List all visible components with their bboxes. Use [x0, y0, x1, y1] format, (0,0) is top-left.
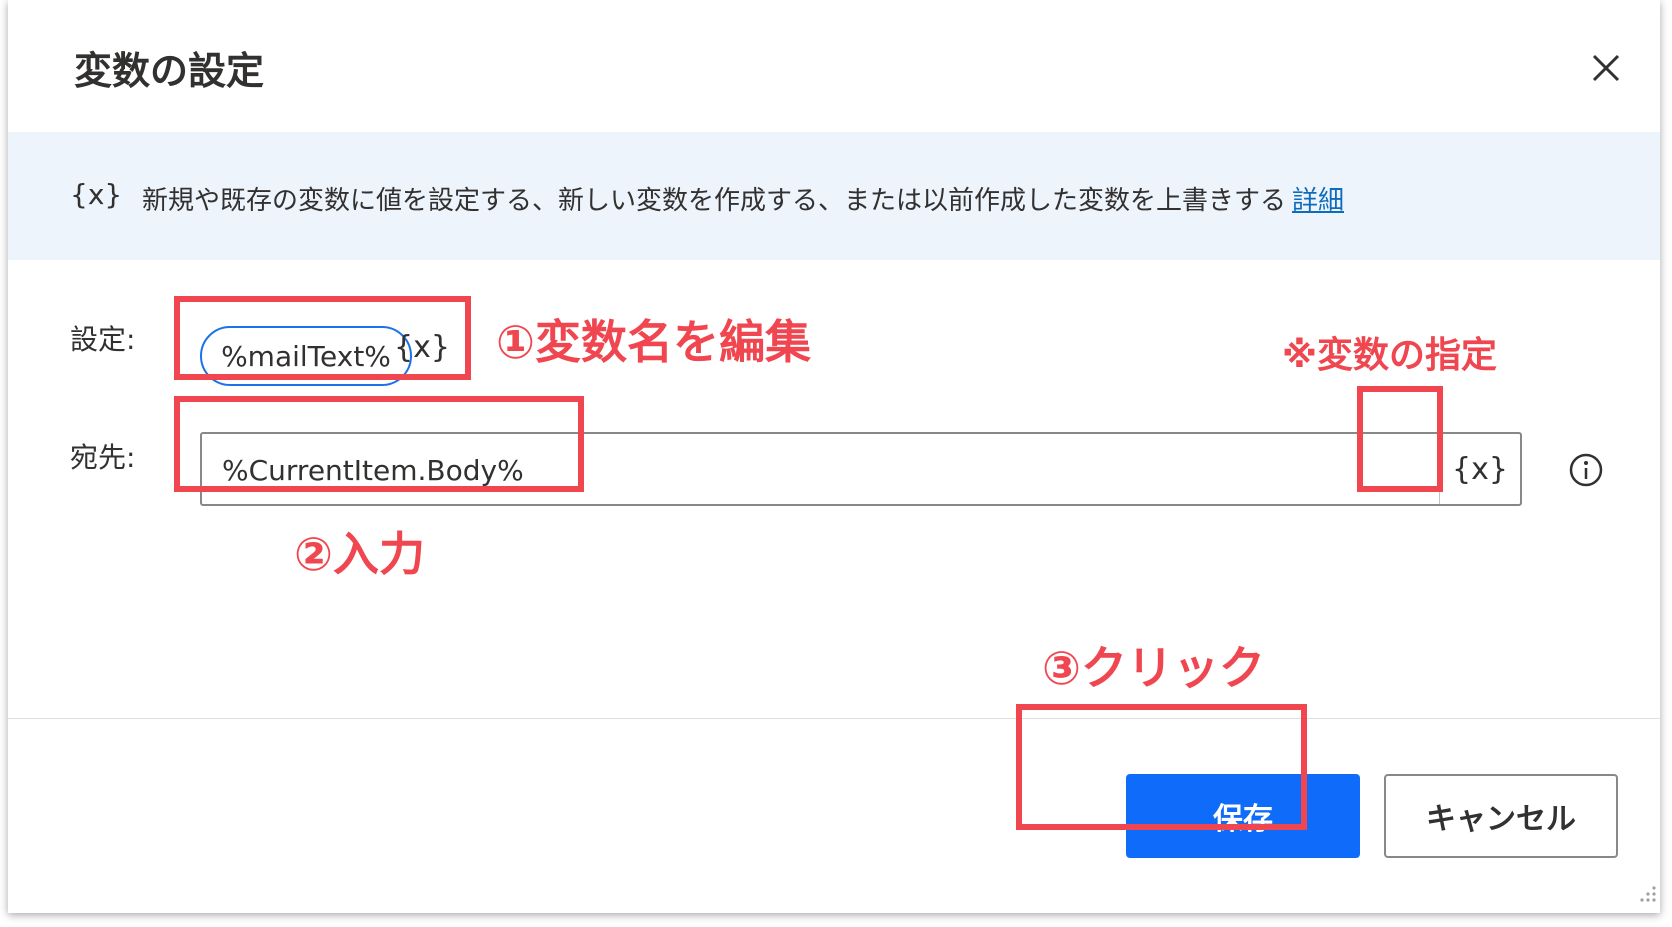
dialog-title: 変数の設定 [74, 49, 265, 93]
annotation-box-variable-name [174, 296, 471, 380]
destination-label: 宛先: [70, 441, 136, 474]
footer-divider [8, 718, 1660, 719]
annotation-box-variable-picker [1357, 386, 1443, 492]
annotation-box-save [1016, 704, 1307, 830]
annotation-note: ※変数の指定 [1282, 335, 1497, 376]
description-banner: {x} 新規や既存の変数に値を設定する、新しい変数を作成する、または以前作成した… [8, 132, 1660, 260]
annotation-step3: ③クリック [1042, 641, 1265, 695]
variable-icon: {x} [70, 178, 123, 211]
close-icon[interactable] [1582, 44, 1630, 92]
annotation-box-destination [174, 396, 584, 492]
info-icon[interactable] [1568, 452, 1604, 488]
cancel-button[interactable]: キャンセル [1384, 774, 1618, 858]
banner-text: 新規や既存の変数に値を設定する、新しい変数を作成する、または以前作成した変数を上… [142, 180, 1344, 217]
resize-grip-icon[interactable] [1634, 880, 1658, 904]
variable-picker-icon[interactable]: {x} [1439, 434, 1520, 504]
annotation-step2: ②入力 [294, 527, 425, 581]
set-label: 設定: [70, 323, 136, 356]
details-link[interactable]: 詳細 [1292, 186, 1344, 216]
banner-description: 新規や既存の変数に値を設定する、新しい変数を作成する、または以前作成した変数を上… [142, 186, 1287, 216]
annotation-step1: ①変数名を編集 [496, 315, 811, 369]
